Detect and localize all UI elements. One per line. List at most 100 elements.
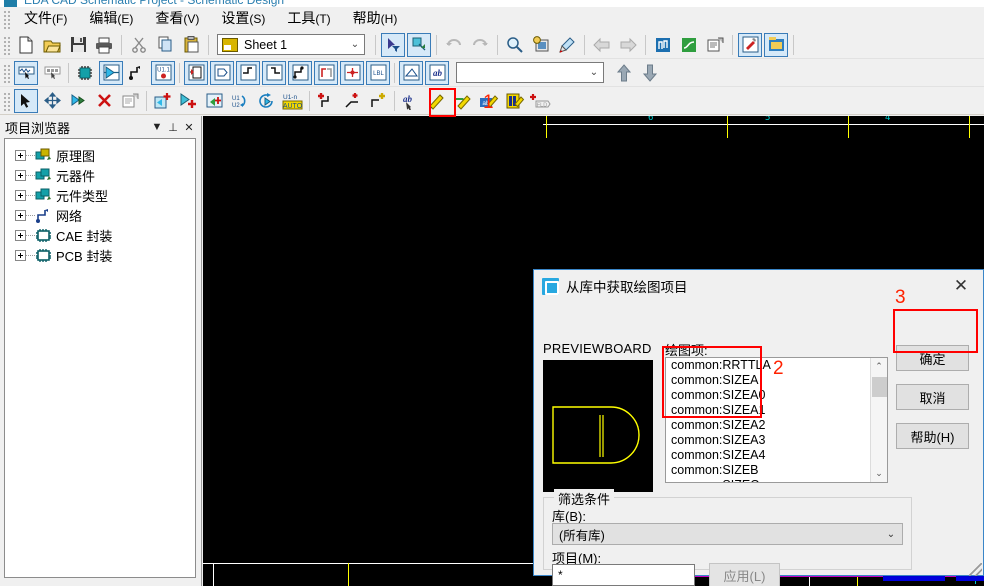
add-junction-icon[interactable] [366, 89, 390, 113]
add-component-icon[interactable] [151, 89, 175, 113]
print-icon[interactable] [92, 33, 116, 57]
report-icon[interactable] [703, 33, 727, 57]
label-icon[interactable]: LBL [366, 60, 390, 85]
sidebar-item-nets[interactable]: 网络 [5, 205, 195, 225]
edit-label-icon[interactable] [425, 89, 449, 113]
forward-icon[interactable] [616, 33, 640, 57]
chevron-down-icon[interactable]: ⌄ [585, 67, 603, 78]
save-icon[interactable] [66, 33, 90, 57]
scroll-down-icon[interactable]: ⌄ [871, 465, 887, 482]
library-icon[interactable] [764, 32, 788, 57]
wire-icon[interactable] [288, 60, 312, 85]
auto-rename-icon[interactable]: U1-n AUTO [281, 89, 305, 113]
item-filter-input[interactable]: * [552, 564, 695, 586]
list-item[interactable]: common:SIZEB [666, 463, 887, 478]
help-button[interactable]: 帮助(H) [896, 423, 969, 449]
place-symbol-icon[interactable] [99, 60, 123, 85]
chevron-down-icon[interactable]: ⌄ [346, 39, 364, 50]
panel-menu-button[interactable]: ▼ [149, 119, 165, 135]
copy-object-icon[interactable] [66, 89, 90, 113]
menu-edit[interactable]: 编辑(E) [78, 7, 144, 31]
toolbar-place-grip[interactable] [2, 62, 10, 83]
library-select[interactable]: (所有库) ⌄ [552, 523, 903, 545]
scrollbar-thumb[interactable] [872, 377, 887, 397]
move-down-icon[interactable] [638, 61, 662, 85]
run-tool-icon[interactable] [738, 32, 762, 57]
cut-icon[interactable] [127, 33, 151, 57]
expander-icon[interactable] [15, 229, 26, 241]
chevron-down-icon[interactable]: ⌄ [880, 529, 902, 540]
move-up-icon[interactable] [612, 61, 636, 85]
zoom-window-icon[interactable] [529, 33, 553, 57]
sidebar-item-cae-symbol[interactable]: CAE 封装 [5, 225, 195, 245]
output-pin-icon[interactable] [262, 60, 286, 85]
port-icon[interactable] [210, 60, 234, 85]
bus-icon[interactable] [314, 60, 338, 85]
list-item[interactable]: common:SIZEA4 [666, 448, 887, 463]
delete-icon[interactable] [92, 89, 116, 113]
toolbar-standard-grip[interactable] [2, 34, 10, 55]
copy-icon[interactable] [153, 33, 177, 57]
expander-icon[interactable] [15, 209, 26, 221]
select-mode-icon[interactable] [407, 32, 431, 57]
add-field-icon[interactable]: FLD [529, 89, 553, 113]
sheet-selector[interactable]: Sheet 1 ⌄ [217, 34, 365, 55]
add-block-icon[interactable] [203, 89, 227, 113]
expander-icon[interactable] [15, 169, 26, 181]
place-net-icon[interactable] [125, 61, 149, 85]
get-drawing-item-icon[interactable] [503, 89, 527, 113]
junction-icon[interactable] [340, 60, 364, 85]
text-icon[interactable]: ab [425, 60, 449, 85]
scroll-up-icon[interactable]: ⌃ [871, 358, 887, 375]
open-file-icon[interactable] [40, 33, 64, 57]
dialog-title-bar[interactable]: 从库中获取绘图项目 ✕ [534, 270, 983, 302]
pointer-icon[interactable] [14, 88, 38, 113]
menu-settings[interactable]: 设置(S) [210, 7, 276, 31]
menu-view[interactable]: 查看(V) [144, 7, 210, 31]
list-item[interactable]: common:SIZEA1 [666, 403, 887, 418]
add-bus-icon[interactable] [340, 89, 364, 113]
panel-close-button[interactable]: ✕ [181, 119, 197, 135]
list-item[interactable]: common:SIZEA0 [666, 388, 887, 403]
toolbar-filter-combo[interactable]: ⌄ [456, 62, 604, 83]
edit-attr-icon[interactable] [451, 89, 475, 113]
back-icon[interactable] [590, 33, 614, 57]
project-tree[interactable]: 原理图 元器件 元件类型 网络 CAE 封装 PCB 封装 [4, 138, 196, 578]
select-pin-icon[interactable] [40, 61, 64, 85]
add-symbol-icon[interactable] [177, 89, 201, 113]
undo-icon[interactable] [442, 33, 466, 57]
list-scrollbar[interactable]: ⌃ ⌄ [870, 358, 887, 482]
panel-pin-button[interactable]: ⊥ [165, 119, 181, 135]
rotate-icon[interactable] [255, 89, 279, 113]
list-item[interactable]: common:SIZEA3 [666, 433, 887, 448]
edit-text-icon[interactable]: ab [399, 89, 423, 113]
apply-button[interactable]: 应用(L) [709, 563, 780, 586]
close-icon[interactable]: ✕ [939, 271, 983, 301]
select-net-icon[interactable] [14, 60, 38, 85]
place-component-icon[interactable] [73, 61, 97, 85]
menu-grip[interactable] [2, 9, 10, 29]
sidebar-item-component-types[interactable]: 元件类型 [5, 185, 195, 205]
cancel-button[interactable]: 取消 [896, 384, 969, 410]
input-pin-icon[interactable] [236, 60, 260, 85]
block-icon[interactable] [184, 60, 208, 85]
sidebar-item-components[interactable]: 元器件 [5, 165, 195, 185]
redo-icon[interactable] [468, 33, 492, 57]
paste-icon[interactable] [179, 33, 203, 57]
expander-icon[interactable] [15, 249, 26, 261]
redraw-icon[interactable] [555, 33, 579, 57]
ok-button[interactable]: 确定 [896, 345, 969, 371]
new-file-icon[interactable] [14, 33, 38, 57]
list-item[interactable]: common:SIZEA2 [666, 418, 887, 433]
menu-help[interactable]: 帮助(H) [342, 7, 409, 31]
toolbar-edit-grip[interactable] [2, 90, 10, 111]
place-refdes-icon[interactable]: U1.1 [151, 60, 175, 85]
sidebar-item-pcb-symbol[interactable]: PCB 封装 [5, 245, 195, 265]
list-item[interactable]: common:SIZEC [666, 478, 887, 482]
sidebar-item-schematic[interactable]: 原理图 [5, 145, 195, 165]
swap-icon[interactable]: U1 U2 [229, 89, 253, 113]
dialog-resize-grip[interactable] [969, 563, 982, 576]
select-filter-icon[interactable] [381, 32, 405, 57]
properties-icon[interactable] [118, 89, 142, 113]
move-icon[interactable] [40, 89, 64, 113]
